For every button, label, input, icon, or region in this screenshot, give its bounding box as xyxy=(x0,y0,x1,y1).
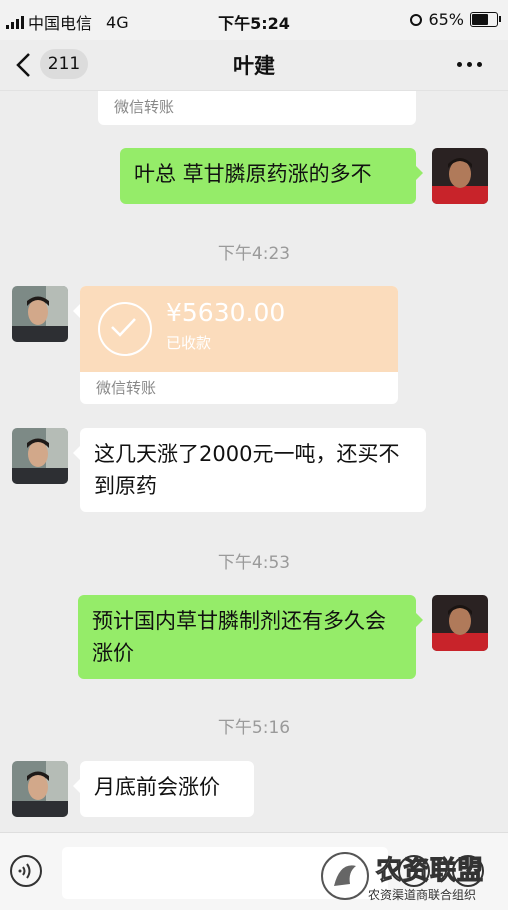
message-text: 这几天涨了2000元一吨，还买不到原药 xyxy=(94,442,400,498)
transfer-amount: ¥5630.00 xyxy=(166,298,286,327)
watermark-title: 农资联盟 xyxy=(375,856,485,887)
contact-avatar[interactable] xyxy=(12,286,68,342)
my-avatar[interactable] xyxy=(432,148,488,204)
orientation-lock-icon xyxy=(410,13,423,26)
watermark-subtitle: 农资渠道商联合组织 xyxy=(368,888,477,902)
transfer-label: 微信转账 xyxy=(96,379,157,397)
watermark-logo xyxy=(321,852,369,900)
message-text: 预计国内草甘膦制剂还有多久会涨价 xyxy=(92,609,386,665)
transfer-card[interactable]: ¥5630.00 已收款 微信转账 xyxy=(73,286,398,404)
transfer-label: 微信转账 xyxy=(114,98,175,116)
message-list[interactable]: 微信转账 叶总 草甘膦原药涨的多不 下午4:23 ¥5630.00 已收款 微信… xyxy=(0,91,508,831)
incoming-message[interactable]: 这几天涨了2000元一吨，还买不到原药 xyxy=(73,428,426,512)
battery-percent: 65% xyxy=(428,10,464,29)
timestamp: 下午4:23 xyxy=(217,244,291,264)
watermark: 农资联盟 农资渠道商联合组织 xyxy=(320,846,506,906)
transfer-card[interactable]: 微信转账 xyxy=(98,91,416,125)
incoming-message[interactable]: 月底前会涨价 xyxy=(73,761,254,817)
check-icon xyxy=(98,302,152,356)
voice-icon[interactable] xyxy=(10,855,42,887)
chat-title: 叶建 xyxy=(233,54,275,78)
status-bar: 中国电信 4G 下午5:24 65% xyxy=(0,0,508,40)
message-text: 叶总 草甘膦原药涨的多不 xyxy=(134,162,372,186)
more-icon[interactable] xyxy=(457,62,482,67)
chat-header: 211 叶建 xyxy=(0,40,508,91)
battery-icon xyxy=(470,12,501,27)
my-avatar[interactable] xyxy=(432,595,488,651)
timestamp: 下午4:53 xyxy=(217,553,291,573)
transfer-card-top: ¥5630.00 已收款 xyxy=(80,286,398,372)
outgoing-message[interactable]: 预计国内草甘膦制剂还有多久会涨价 xyxy=(78,595,423,679)
contact-avatar[interactable] xyxy=(12,428,68,484)
timestamp: 下午5:16 xyxy=(217,718,291,738)
message-text: 月底前会涨价 xyxy=(94,775,220,799)
transfer-status: 已收款 xyxy=(166,334,212,352)
outgoing-message[interactable]: 叶总 草甘膦原药涨的多不 xyxy=(120,148,423,204)
contact-avatar[interactable] xyxy=(12,761,68,817)
status-right: 65% xyxy=(410,10,501,29)
